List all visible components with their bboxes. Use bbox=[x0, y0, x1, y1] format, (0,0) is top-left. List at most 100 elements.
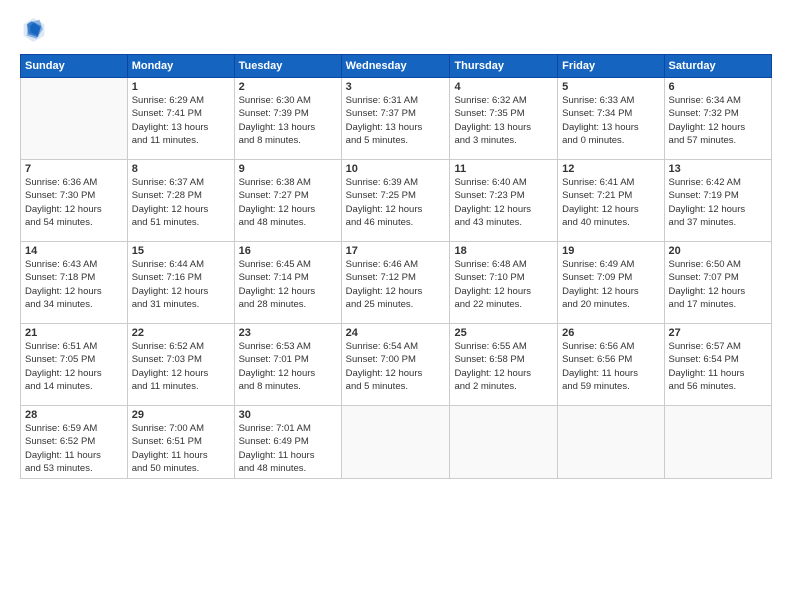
day-info: Sunrise: 6:56 AM Sunset: 6:56 PM Dayligh… bbox=[562, 340, 659, 393]
day-info: Sunrise: 6:50 AM Sunset: 7:07 PM Dayligh… bbox=[669, 258, 767, 311]
calendar-cell: 10Sunrise: 6:39 AM Sunset: 7:25 PM Dayli… bbox=[341, 160, 450, 242]
day-number: 9 bbox=[239, 163, 337, 175]
calendar-week-4: 21Sunrise: 6:51 AM Sunset: 7:05 PM Dayli… bbox=[21, 324, 772, 406]
day-info: Sunrise: 6:52 AM Sunset: 7:03 PM Dayligh… bbox=[132, 340, 230, 393]
days-of-week-row: SundayMondayTuesdayWednesdayThursdayFrid… bbox=[21, 55, 772, 78]
day-number: 24 bbox=[346, 327, 446, 339]
calendar-cell bbox=[664, 406, 771, 479]
calendar-header: SundayMondayTuesdayWednesdayThursdayFrid… bbox=[21, 55, 772, 78]
day-info: Sunrise: 6:54 AM Sunset: 7:00 PM Dayligh… bbox=[346, 340, 446, 393]
day-number: 23 bbox=[239, 327, 337, 339]
calendar-cell: 17Sunrise: 6:46 AM Sunset: 7:12 PM Dayli… bbox=[341, 242, 450, 324]
calendar-cell: 1Sunrise: 6:29 AM Sunset: 7:41 PM Daylig… bbox=[127, 78, 234, 160]
day-number: 28 bbox=[25, 409, 123, 421]
day-info: Sunrise: 6:39 AM Sunset: 7:25 PM Dayligh… bbox=[346, 176, 446, 229]
day-number: 12 bbox=[562, 163, 659, 175]
calendar-cell: 30Sunrise: 7:01 AM Sunset: 6:49 PM Dayli… bbox=[234, 406, 341, 479]
calendar-cell: 9Sunrise: 6:38 AM Sunset: 7:27 PM Daylig… bbox=[234, 160, 341, 242]
calendar-cell: 21Sunrise: 6:51 AM Sunset: 7:05 PM Dayli… bbox=[21, 324, 128, 406]
day-number: 17 bbox=[346, 245, 446, 257]
day-number: 22 bbox=[132, 327, 230, 339]
calendar-cell: 18Sunrise: 6:48 AM Sunset: 7:10 PM Dayli… bbox=[450, 242, 558, 324]
day-number: 26 bbox=[562, 327, 659, 339]
calendar-cell bbox=[341, 406, 450, 479]
day-number: 27 bbox=[669, 327, 767, 339]
calendar-cell: 16Sunrise: 6:45 AM Sunset: 7:14 PM Dayli… bbox=[234, 242, 341, 324]
calendar-week-5: 28Sunrise: 6:59 AM Sunset: 6:52 PM Dayli… bbox=[21, 406, 772, 479]
calendar-cell bbox=[450, 406, 558, 479]
day-info: Sunrise: 6:43 AM Sunset: 7:18 PM Dayligh… bbox=[25, 258, 123, 311]
calendar-cell: 3Sunrise: 6:31 AM Sunset: 7:37 PM Daylig… bbox=[341, 78, 450, 160]
calendar-cell: 25Sunrise: 6:55 AM Sunset: 6:58 PM Dayli… bbox=[450, 324, 558, 406]
day-number: 15 bbox=[132, 245, 230, 257]
calendar-body: 1Sunrise: 6:29 AM Sunset: 7:41 PM Daylig… bbox=[21, 78, 772, 479]
calendar-cell: 14Sunrise: 6:43 AM Sunset: 7:18 PM Dayli… bbox=[21, 242, 128, 324]
calendar-cell: 13Sunrise: 6:42 AM Sunset: 7:19 PM Dayli… bbox=[664, 160, 771, 242]
calendar-cell: 29Sunrise: 7:00 AM Sunset: 6:51 PM Dayli… bbox=[127, 406, 234, 479]
calendar-cell bbox=[21, 78, 128, 160]
day-info: Sunrise: 6:37 AM Sunset: 7:28 PM Dayligh… bbox=[132, 176, 230, 229]
day-number: 6 bbox=[669, 81, 767, 93]
calendar-cell: 28Sunrise: 6:59 AM Sunset: 6:52 PM Dayli… bbox=[21, 406, 128, 479]
calendar-cell: 24Sunrise: 6:54 AM Sunset: 7:00 PM Dayli… bbox=[341, 324, 450, 406]
day-info: Sunrise: 6:31 AM Sunset: 7:37 PM Dayligh… bbox=[346, 94, 446, 147]
day-number: 1 bbox=[132, 81, 230, 93]
day-number: 11 bbox=[454, 163, 553, 175]
calendar-cell: 19Sunrise: 6:49 AM Sunset: 7:09 PM Dayli… bbox=[558, 242, 664, 324]
day-number: 2 bbox=[239, 81, 337, 93]
day-info: Sunrise: 6:46 AM Sunset: 7:12 PM Dayligh… bbox=[346, 258, 446, 311]
day-info: Sunrise: 7:01 AM Sunset: 6:49 PM Dayligh… bbox=[239, 422, 337, 475]
calendar-cell bbox=[558, 406, 664, 479]
calendar-cell: 27Sunrise: 6:57 AM Sunset: 6:54 PM Dayli… bbox=[664, 324, 771, 406]
day-info: Sunrise: 6:36 AM Sunset: 7:30 PM Dayligh… bbox=[25, 176, 123, 229]
day-info: Sunrise: 6:44 AM Sunset: 7:16 PM Dayligh… bbox=[132, 258, 230, 311]
calendar-cell: 12Sunrise: 6:41 AM Sunset: 7:21 PM Dayli… bbox=[558, 160, 664, 242]
day-number: 18 bbox=[454, 245, 553, 257]
day-header-saturday: Saturday bbox=[664, 55, 771, 78]
day-number: 20 bbox=[669, 245, 767, 257]
day-info: Sunrise: 6:41 AM Sunset: 7:21 PM Dayligh… bbox=[562, 176, 659, 229]
calendar-table: SundayMondayTuesdayWednesdayThursdayFrid… bbox=[20, 54, 772, 479]
calendar-cell: 8Sunrise: 6:37 AM Sunset: 7:28 PM Daylig… bbox=[127, 160, 234, 242]
calendar-cell: 7Sunrise: 6:36 AM Sunset: 7:30 PM Daylig… bbox=[21, 160, 128, 242]
day-number: 10 bbox=[346, 163, 446, 175]
day-info: Sunrise: 6:33 AM Sunset: 7:34 PM Dayligh… bbox=[562, 94, 659, 147]
day-info: Sunrise: 6:30 AM Sunset: 7:39 PM Dayligh… bbox=[239, 94, 337, 147]
day-number: 29 bbox=[132, 409, 230, 421]
day-info: Sunrise: 6:42 AM Sunset: 7:19 PM Dayligh… bbox=[669, 176, 767, 229]
logo bbox=[20, 16, 52, 44]
day-number: 13 bbox=[669, 163, 767, 175]
day-header-tuesday: Tuesday bbox=[234, 55, 341, 78]
day-info: Sunrise: 6:29 AM Sunset: 7:41 PM Dayligh… bbox=[132, 94, 230, 147]
day-number: 8 bbox=[132, 163, 230, 175]
day-number: 5 bbox=[562, 81, 659, 93]
calendar-cell: 23Sunrise: 6:53 AM Sunset: 7:01 PM Dayli… bbox=[234, 324, 341, 406]
calendar-cell: 4Sunrise: 6:32 AM Sunset: 7:35 PM Daylig… bbox=[450, 78, 558, 160]
calendar-cell: 2Sunrise: 6:30 AM Sunset: 7:39 PM Daylig… bbox=[234, 78, 341, 160]
day-number: 25 bbox=[454, 327, 553, 339]
day-info: Sunrise: 6:48 AM Sunset: 7:10 PM Dayligh… bbox=[454, 258, 553, 311]
day-header-monday: Monday bbox=[127, 55, 234, 78]
day-header-thursday: Thursday bbox=[450, 55, 558, 78]
header bbox=[20, 16, 772, 44]
day-info: Sunrise: 6:32 AM Sunset: 7:35 PM Dayligh… bbox=[454, 94, 553, 147]
day-number: 30 bbox=[239, 409, 337, 421]
day-info: Sunrise: 6:34 AM Sunset: 7:32 PM Dayligh… bbox=[669, 94, 767, 147]
calendar-cell: 6Sunrise: 6:34 AM Sunset: 7:32 PM Daylig… bbox=[664, 78, 771, 160]
day-number: 7 bbox=[25, 163, 123, 175]
calendar-week-1: 1Sunrise: 6:29 AM Sunset: 7:41 PM Daylig… bbox=[21, 78, 772, 160]
day-number: 4 bbox=[454, 81, 553, 93]
day-number: 16 bbox=[239, 245, 337, 257]
calendar-cell: 26Sunrise: 6:56 AM Sunset: 6:56 PM Dayli… bbox=[558, 324, 664, 406]
day-number: 14 bbox=[25, 245, 123, 257]
page: SundayMondayTuesdayWednesdayThursdayFrid… bbox=[0, 0, 792, 612]
day-header-friday: Friday bbox=[558, 55, 664, 78]
calendar-cell: 11Sunrise: 6:40 AM Sunset: 7:23 PM Dayli… bbox=[450, 160, 558, 242]
calendar-week-2: 7Sunrise: 6:36 AM Sunset: 7:30 PM Daylig… bbox=[21, 160, 772, 242]
day-info: Sunrise: 6:40 AM Sunset: 7:23 PM Dayligh… bbox=[454, 176, 553, 229]
day-info: Sunrise: 6:55 AM Sunset: 6:58 PM Dayligh… bbox=[454, 340, 553, 393]
calendar-cell: 5Sunrise: 6:33 AM Sunset: 7:34 PM Daylig… bbox=[558, 78, 664, 160]
day-number: 19 bbox=[562, 245, 659, 257]
day-info: Sunrise: 6:57 AM Sunset: 6:54 PM Dayligh… bbox=[669, 340, 767, 393]
day-number: 21 bbox=[25, 327, 123, 339]
